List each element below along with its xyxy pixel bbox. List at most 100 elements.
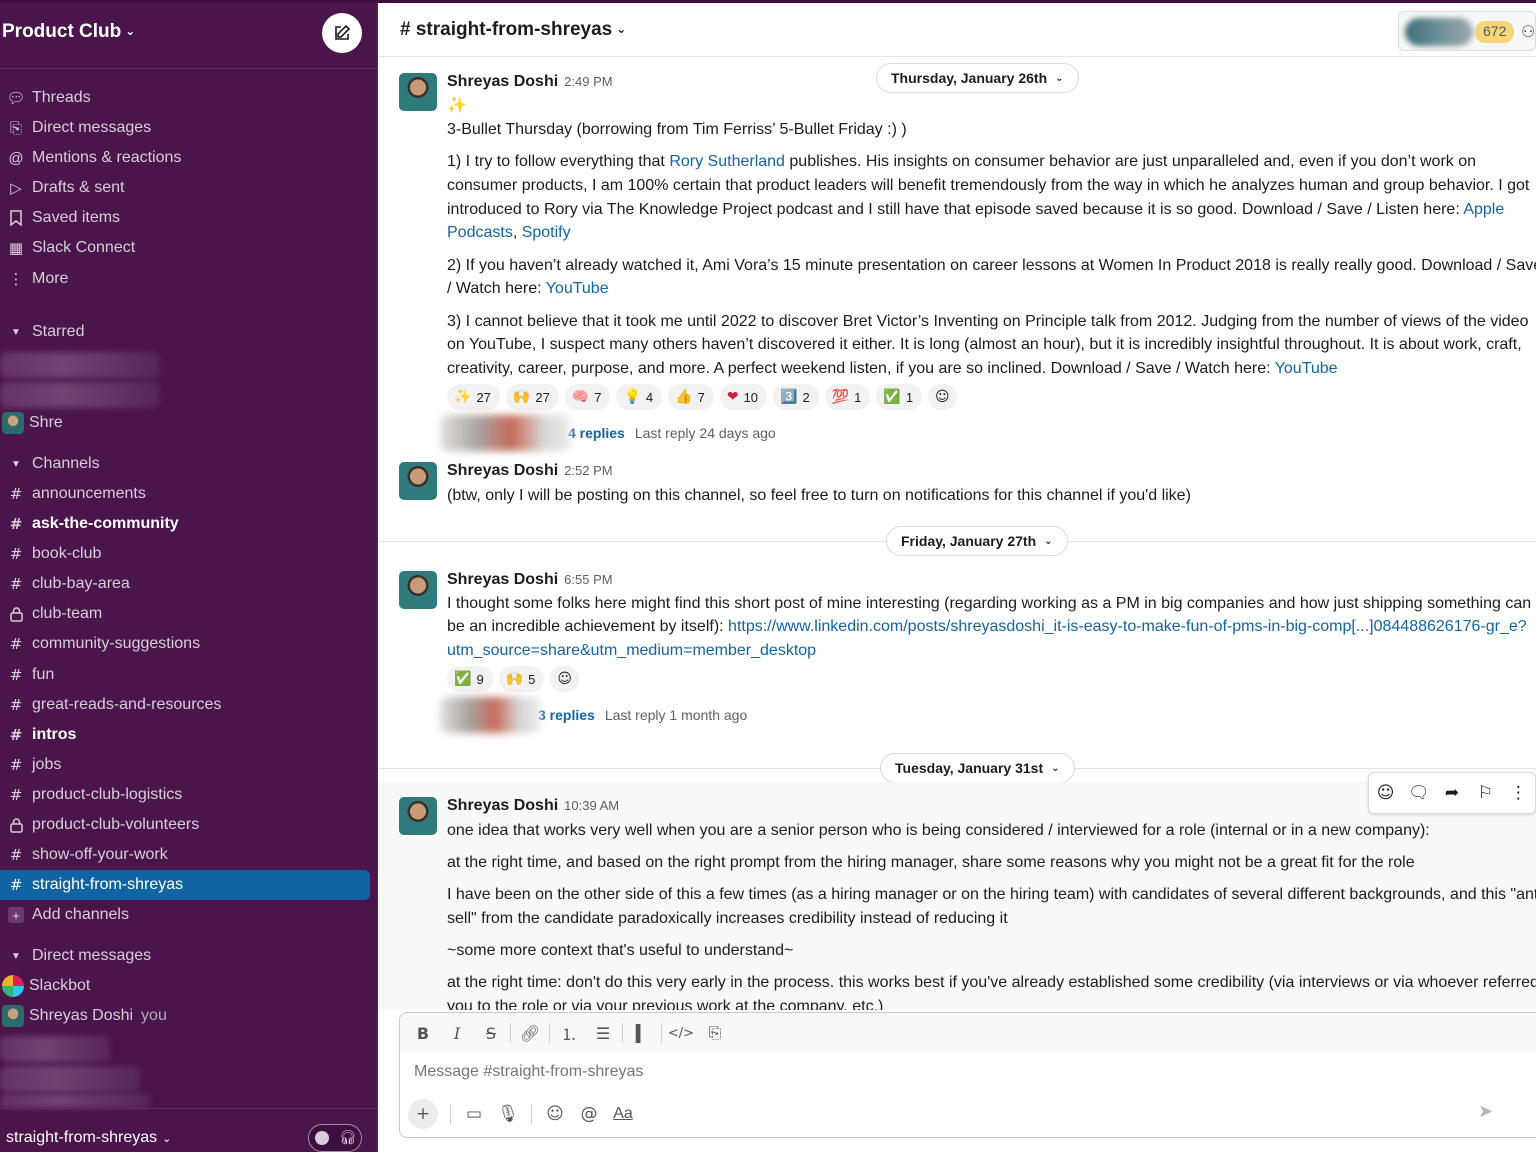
message: Shreyas Doshi 10:39 AM one idea that work…: [378, 782, 1536, 1010]
main-pane: # straight-from-shreyas ⌄ 672 ⚇ Thursday,…: [378, 0, 1536, 1152]
reply-in-thread-icon[interactable]: 🗨︎: [1402, 776, 1435, 810]
link[interactable]: YouTube: [1275, 360, 1338, 377]
compose-button[interactable]: [322, 13, 362, 53]
section-starred[interactable]: ▼ Starred: [0, 317, 378, 347]
avatar[interactable]: [399, 462, 437, 500]
channel-announcements[interactable]: # announcements: [0, 479, 378, 509]
nav-saved[interactable]: Saved items: [0, 203, 378, 233]
message-time[interactable]: 6:55 PM: [564, 572, 612, 587]
reaction[interactable]: 🧠 7: [564, 384, 611, 410]
thread-replies[interactable]: 3 replies Last reply 1 month ago: [440, 697, 747, 733]
avatar[interactable]: [399, 797, 437, 835]
message-author[interactable]: Shreyas Doshi 2:49 PM: [447, 73, 613, 91]
microphone-icon[interactable]: 🎙︎: [491, 1097, 525, 1131]
code-block-icon[interactable]: ⎘: [698, 1016, 732, 1050]
message-author[interactable]: Shreyas Doshi 6:55 PM: [447, 571, 613, 589]
dm-slackbot[interactable]: Slackbot: [0, 971, 378, 1001]
message-author[interactable]: Shreyas Doshi 10:39 AM: [447, 797, 619, 815]
add-channels-button[interactable]: + Add channels: [0, 900, 378, 930]
nav-direct-messages[interactable]: ⎘ Direct messages: [0, 113, 378, 143]
nav-mentions[interactable]: @ Mentions & reactions: [0, 143, 378, 173]
channel-straight-from-shreyas[interactable]: # straight-from-shreyas: [0, 870, 370, 900]
mention-icon[interactable]: @: [572, 1097, 606, 1131]
italic-icon[interactable]: I: [440, 1016, 474, 1050]
formatting-toggle-icon[interactable]: Aa: [606, 1097, 640, 1131]
message-time[interactable]: 2:52 PM: [564, 463, 612, 478]
channel-intros[interactable]: # intros: [0, 720, 378, 750]
link[interactable]: Spotify: [522, 224, 571, 241]
thread-replies[interactable]: 4 replies Last reply 24 days ago: [440, 415, 776, 451]
send-icon[interactable]: ➤: [1478, 1101, 1493, 1122]
share-icon[interactable]: ➦: [1435, 776, 1468, 810]
reaction[interactable]: ✨ 27: [447, 384, 500, 410]
channel-fun[interactable]: # fun: [0, 660, 378, 690]
link[interactable]: Podcasts: [447, 224, 513, 241]
channel-great-reads[interactable]: # great-reads-and-resources: [0, 690, 378, 720]
add-reaction-button[interactable]: ☺︎: [928, 384, 957, 410]
message-time[interactable]: 2:49 PM: [564, 74, 612, 89]
message-input[interactable]: [414, 1063, 1314, 1081]
reaction[interactable]: 🙌 5: [498, 666, 545, 692]
emoji-icon[interactable]: ☺︎: [538, 1097, 572, 1131]
reaction[interactable]: 👍 7: [668, 384, 714, 410]
bulleted-list-icon[interactable]: ☰: [586, 1016, 620, 1050]
channel-product-club-volunteers[interactable]: product-club-volunteers: [0, 810, 378, 840]
link[interactable]: utm_source=share&utm_medium=member_deskt…: [447, 642, 816, 659]
link[interactable]: https://www.linkedin.com/posts/shreyasdo…: [728, 618, 1527, 635]
members-button[interactable]: 672 ⚇: [1398, 11, 1536, 51]
dm-shreyas-doshi[interactable]: Shreyas Doshi you: [0, 1001, 378, 1031]
channel-product-club-logistics[interactable]: # product-club-logistics: [0, 780, 378, 810]
ordered-list-icon[interactable]: ⒈: [552, 1016, 586, 1050]
attach-plus-icon[interactable]: +: [408, 1099, 438, 1129]
workspace-name-button[interactable]: Product Club ⌄: [2, 21, 135, 43]
channel-title-button[interactable]: # straight-from-shreyas ⌄: [400, 19, 626, 41]
avatar[interactable]: [399, 571, 437, 609]
section-direct-messages[interactable]: ▼ Direct messages: [0, 941, 378, 971]
nav-threads[interactable]: 💬︎ Threads: [0, 83, 378, 113]
channel-jobs[interactable]: # jobs: [0, 750, 378, 780]
link[interactable]: YouTube: [546, 280, 609, 297]
nav-drafts[interactable]: ▷ Drafts & sent: [0, 173, 378, 203]
message-time[interactable]: 10:39 AM: [564, 798, 619, 813]
more-actions-icon[interactable]: ⋮: [1502, 776, 1535, 810]
date-divider[interactable]: Friday, January 27th ⌄: [886, 526, 1068, 556]
dm-icon: ⎘: [9, 119, 22, 137]
code-icon[interactable]: </>: [664, 1016, 698, 1050]
author-name: Shreyas Doshi: [447, 462, 559, 479]
message-author[interactable]: Shreyas Doshi 2:52 PM: [447, 462, 613, 480]
channel-club-bay-area[interactable]: # club-bay-area: [0, 569, 378, 599]
huddle-toggle[interactable]: 🎧︎: [308, 1124, 362, 1152]
strikethrough-icon[interactable]: S: [474, 1016, 508, 1050]
date-divider[interactable]: Thursday, January 26th ⌄: [876, 63, 1079, 93]
link-icon[interactable]: 🔗︎: [513, 1016, 547, 1050]
huddle-channel-selector[interactable]: straight-from-shreyas ⌄: [6, 1129, 171, 1147]
nav-more[interactable]: ⋮ More: [0, 264, 378, 294]
date-divider[interactable]: Tuesday, January 31st ⌄: [880, 753, 1075, 783]
add-reaction-button[interactable]: ☺︎: [550, 666, 579, 692]
channel-book-club[interactable]: # book-club: [0, 539, 378, 569]
reaction[interactable]: 💯 1: [824, 384, 871, 410]
starred-item-shre[interactable]: Shre: [0, 408, 378, 438]
reaction[interactable]: 🙌 27: [505, 384, 559, 410]
reply-count[interactable]: 4 replies: [568, 425, 625, 441]
blockquote-icon[interactable]: ▍: [625, 1016, 659, 1050]
video-icon[interactable]: ▭: [457, 1097, 491, 1131]
add-reaction-icon[interactable]: ☺︎: [1369, 776, 1402, 810]
bold-icon[interactable]: B: [406, 1016, 440, 1050]
channel-community-suggestions[interactable]: # community-suggestions: [0, 629, 378, 659]
reaction[interactable]: ✅ 1: [876, 384, 923, 410]
reaction[interactable]: ✅ 9: [447, 666, 493, 692]
link[interactable]: Apple: [1463, 201, 1504, 218]
link[interactable]: Rory Sutherland: [669, 153, 785, 170]
reaction[interactable]: ❤ 10: [719, 384, 768, 410]
reaction[interactable]: 3️⃣ 2: [773, 384, 819, 410]
section-channels[interactable]: ▼ Channels: [0, 449, 378, 479]
reply-count[interactable]: 3 replies: [538, 707, 595, 723]
nav-slack-connect[interactable]: ▦ Slack Connect: [0, 233, 378, 263]
reaction[interactable]: 💡 4: [616, 384, 663, 410]
channel-show-off-your-work[interactable]: # show-off-your-work: [0, 840, 378, 870]
avatar[interactable]: [399, 73, 437, 111]
bookmark-icon[interactable]: ⚐: [1469, 776, 1502, 810]
channel-ask-the-community[interactable]: # ask-the-community: [0, 509, 378, 539]
channel-club-team[interactable]: club-team: [0, 599, 378, 629]
